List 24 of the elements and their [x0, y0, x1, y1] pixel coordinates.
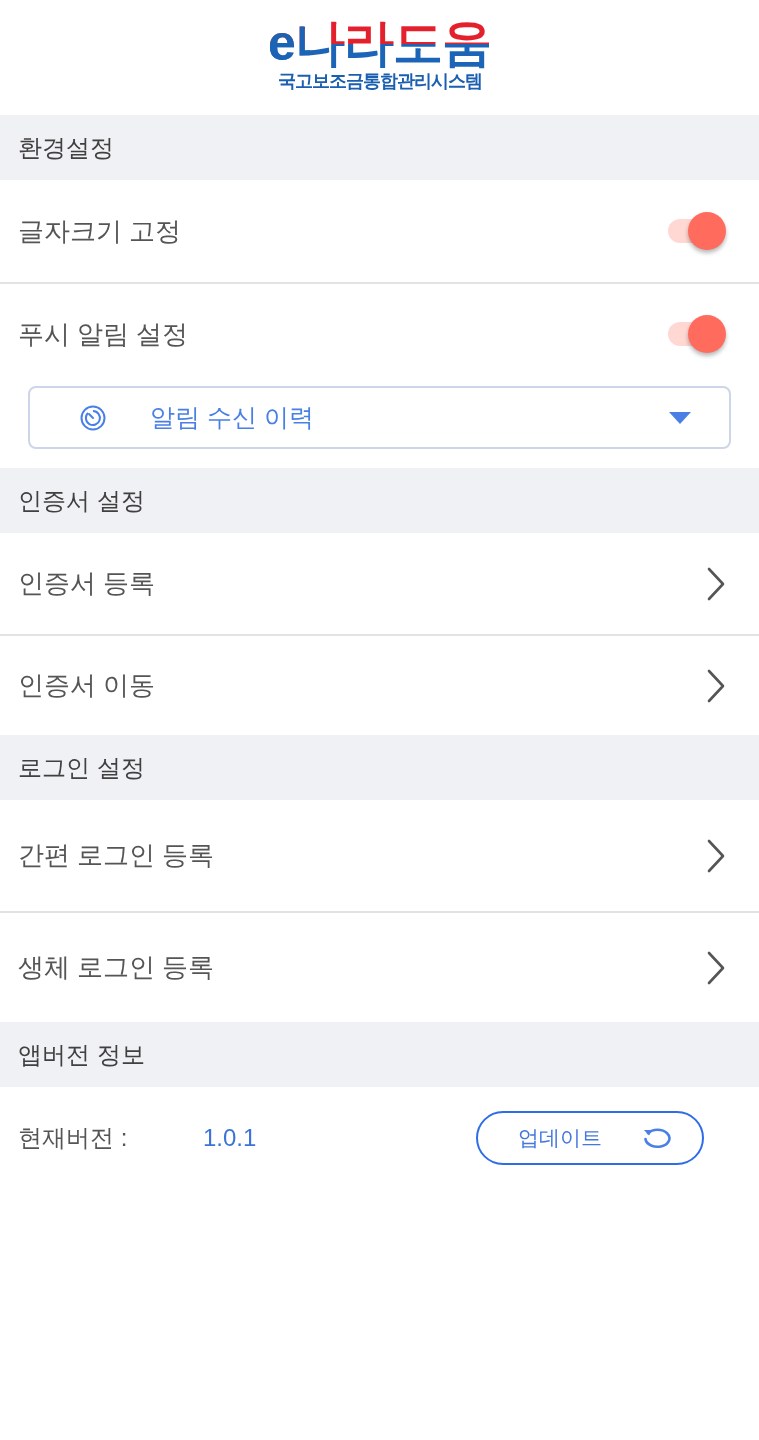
chevron-right-icon	[707, 566, 725, 601]
menu-item-label[interactable]: 인증서 등록	[18, 566, 156, 601]
setting-label: 푸시 알림 설정	[18, 317, 189, 351]
toggle-switch[interactable]	[668, 315, 726, 353]
version-value: 1.0.1	[203, 1124, 258, 1152]
refresh-icon	[642, 1127, 672, 1149]
menu-item-label[interactable]: 인증서 이동	[18, 668, 156, 703]
caret-down-icon	[669, 411, 691, 424]
section-header: 인증서 설정	[0, 468, 759, 533]
logo-subtitle: 국고보조금통합관리시스템	[277, 69, 482, 92]
section-header: 로그인 설정	[0, 735, 759, 800]
section-header: 환경설정	[0, 115, 759, 180]
version-label: 현재버전 :	[18, 1123, 129, 1153]
toggle-switch[interactable]	[668, 212, 726, 250]
chevron-right-icon	[707, 668, 725, 703]
dropdown-button[interactable]: 알림 수신 이력	[28, 386, 731, 449]
setting-label: 글자크기 고정	[18, 214, 182, 248]
timer-icon	[80, 404, 106, 431]
update-button[interactable]: 업데이트	[476, 1111, 704, 1165]
menu-item-label[interactable]: 간편 로그인 등록	[18, 838, 215, 873]
chevron-right-icon	[707, 950, 725, 985]
chevron-right-icon	[707, 838, 725, 873]
menu-item-label[interactable]: 생체 로그인 등록	[18, 950, 215, 985]
section-header: 앱버전 정보	[0, 1022, 759, 1087]
